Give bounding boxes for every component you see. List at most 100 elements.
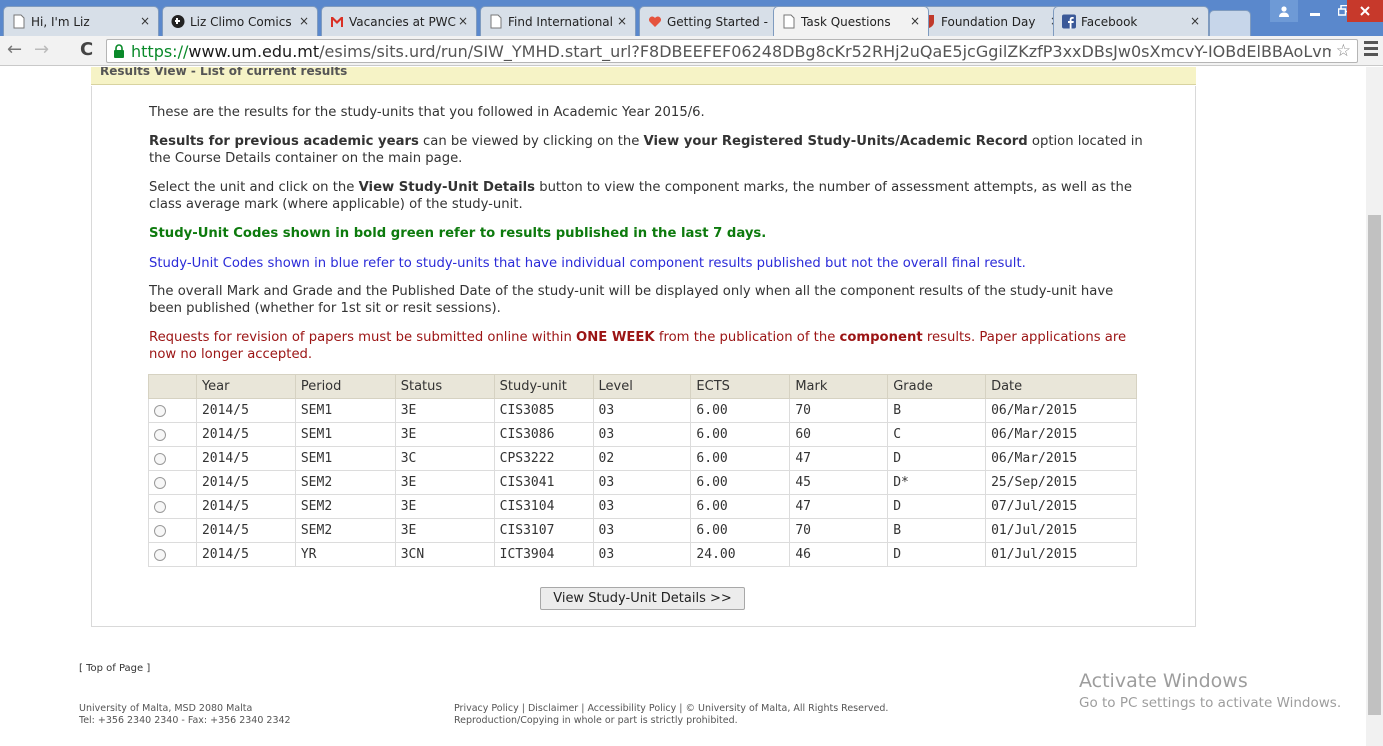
tab-task-questions[interactable]: Task Questions × [773, 6, 929, 36]
table-row[interactable]: 2014/5 SEM1 3E CIS3086 03 6.00 60 C 06/Mar/2015 [148, 422, 1137, 447]
scrollbar-thumb[interactable] [1368, 215, 1381, 715]
row-select-cell[interactable] [148, 398, 197, 423]
table-row[interactable]: 2014/5 YR 3CN ICT3904 03 24.00 46 D 01/Jul/2015 [148, 542, 1137, 567]
minimize-icon[interactable] [1302, 0, 1328, 22]
url-scheme: https:// [131, 42, 189, 61]
intro-paragraph-1: These are the results for the study-unit… [149, 105, 705, 120]
row-select-cell[interactable] [148, 542, 197, 567]
page-icon [13, 14, 25, 29]
table-row[interactable]: 2014/5 SEM2 3E CIS3104 03 6.00 47 D 07/Jul/2015 [148, 494, 1137, 519]
tab-facebook[interactable]: Facebook × [1053, 6, 1209, 36]
cell-level: 03 [592, 518, 692, 543]
cell-level: 03 [592, 494, 692, 519]
column-header-date: Date [985, 374, 1137, 399]
tab-foundation-day[interactable]: Foundation Day × [913, 6, 1069, 36]
p2-text: can be viewed by clicking on the [418, 134, 644, 149]
column-header-ects: ECTS [690, 374, 791, 399]
row-select-radio[interactable] [154, 500, 166, 513]
cell-level: 03 [592, 422, 692, 447]
bookmark-star-icon[interactable]: ☆ [1336, 41, 1351, 61]
tab-label: Hi, I'm Liz [31, 15, 90, 29]
close-icon[interactable]: × [140, 14, 150, 28]
tab-find-international[interactable]: Find International × [480, 6, 636, 36]
footer-copyright-note: Reproduction/Copying in whole or part is… [454, 715, 738, 726]
view-study-unit-details-button[interactable]: View Study-Unit Details >> [540, 587, 745, 610]
close-icon[interactable]: × [299, 14, 309, 28]
activate-windows-subtitle: Go to PC settings to activate Windows. [1079, 695, 1342, 711]
tab-getting-started[interactable]: Getting Started - × [639, 6, 795, 36]
table-row[interactable]: 2014/5 SEM2 3E CIS3041 03 6.00 45 D* 25/Sep/2015 [148, 470, 1137, 495]
table-row[interactable]: 2014/5 SEM1 3C CPS3222 02 6.00 47 D 06/Mar/2015 [148, 446, 1137, 471]
cell-grade: D [887, 446, 987, 471]
tab-liz-climo-comics[interactable]: Liz Climo Comics × [162, 6, 318, 36]
address-toolbar: ← → C https://www.um.edu.mt/esims/sits.u… [0, 36, 1383, 66]
facebook-icon [1062, 14, 1076, 29]
cell-year: 2014/5 [195, 422, 296, 447]
row-select-cell[interactable] [148, 518, 197, 543]
cell-level: 03 [592, 542, 692, 567]
forward-button[interactable]: → [34, 40, 49, 60]
activate-windows-title: Activate Windows [1079, 670, 1248, 692]
cell-status: 3E [394, 518, 495, 543]
column-header-period: Period [294, 374, 396, 399]
p7-text-mid: from the publication of the [654, 330, 840, 345]
row-select-cell[interactable] [148, 494, 197, 519]
close-icon[interactable]: × [910, 14, 920, 28]
cell-ects: 6.00 [690, 398, 791, 423]
cell-grade: B [887, 398, 987, 423]
previous-years-label: Results for previous academic years [149, 134, 419, 149]
cell-study-unit: ICT3904 [493, 542, 594, 567]
table-header-row: Year Period Status Study-unit Level ECTS… [148, 374, 1137, 399]
cell-date: 01/Jul/2015 [985, 518, 1137, 543]
footer-policy-links[interactable]: Privacy Policy | Disclaimer | Accessibil… [454, 703, 888, 715]
vertical-scrollbar[interactable] [1366, 67, 1383, 746]
cell-grade: D* [887, 470, 987, 495]
cell-year: 2014/5 [195, 446, 296, 471]
cell-study-unit: CPS3222 [493, 446, 594, 471]
footer-address-line: University of Malta, MSD 2080 Malta [79, 703, 253, 714]
row-select-radio[interactable] [154, 524, 166, 537]
table-row[interactable]: 2014/5 SEM1 3E CIS3085 03 6.00 70 B 06/Mar/2015 [148, 398, 1137, 423]
row-select-cell[interactable] [148, 446, 197, 471]
row-select-cell[interactable] [148, 422, 197, 447]
cell-period: SEM2 [294, 518, 396, 543]
cell-study-unit: CIS3086 [493, 422, 594, 447]
tab-vacancies-pwc[interactable]: Vacancies at PWC × [321, 6, 477, 36]
cell-date: 06/Mar/2015 [985, 446, 1137, 471]
view-details-ref: View Study-Unit Details [358, 180, 535, 195]
row-select-radio[interactable] [154, 452, 166, 465]
row-select-radio[interactable] [154, 428, 166, 441]
reload-button[interactable]: C [80, 40, 93, 60]
back-button[interactable]: ← [7, 40, 22, 60]
cell-mark: 60 [789, 422, 889, 447]
close-icon[interactable]: × [458, 14, 468, 28]
table-row[interactable]: 2014/5 SEM2 3E CIS3107 03 6.00 70 B 01/Jul/2015 [148, 518, 1137, 543]
close-icon[interactable]: × [617, 14, 627, 28]
cell-period: SEM1 [294, 446, 396, 471]
address-bar[interactable]: https://www.um.edu.mt/esims/sits.urd/run… [106, 39, 1358, 63]
top-of-page-link[interactable]: [ Top of Page ] [79, 663, 150, 674]
user-icon[interactable] [1270, 0, 1298, 22]
row-select-radio[interactable] [154, 404, 166, 417]
academic-record-option: View your Registered Study-Units/Academi… [643, 134, 1028, 149]
cell-date: 01/Jul/2015 [985, 542, 1137, 567]
cell-year: 2014/5 [195, 518, 296, 543]
row-select-cell[interactable] [148, 470, 197, 495]
cell-grade: B [887, 518, 987, 543]
cell-study-unit: CIS3085 [493, 398, 594, 423]
close-icon[interactable]: × [1190, 14, 1200, 28]
cell-date: 06/Mar/2015 [985, 398, 1137, 423]
row-select-radio[interactable] [154, 476, 166, 489]
tab-hi-im-liz[interactable]: Hi, I'm Liz × [3, 6, 159, 36]
cell-period: SEM1 [294, 398, 396, 423]
page-icon [783, 14, 795, 29]
panel-heading: Results View - List of current results [91, 67, 1196, 85]
url-path: /esims/sits.urd/run/SIW_YMHD.start_url?F… [319, 42, 1331, 61]
row-select-radio[interactable] [154, 548, 166, 561]
tab-label: Facebook [1081, 15, 1138, 29]
cell-status: 3E [394, 422, 495, 447]
window-close-icon[interactable] [1347, 0, 1383, 22]
menu-icon[interactable] [1364, 41, 1378, 59]
new-tab-button[interactable] [1209, 10, 1251, 36]
column-header-year: Year [195, 374, 296, 399]
